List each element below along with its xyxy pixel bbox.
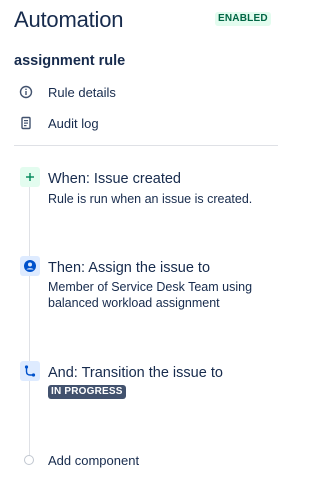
trigger-description: Rule is run when an issue is created.: [48, 192, 253, 206]
trigger-heading[interactable]: When: Issue created: [48, 170, 181, 188]
transition-action-heading[interactable]: And: Transition the issue to: [48, 364, 223, 382]
add-component-link[interactable]: Add component: [48, 453, 139, 469]
assign-action-description: Member of Service Desk Team using balanc…: [48, 280, 253, 310]
info-icon: [16, 82, 36, 102]
document-icon: [16, 113, 36, 133]
status-lozenge: IN PROGRESS: [48, 385, 126, 399]
plus-icon[interactable]: [20, 167, 40, 187]
nav-item-label: Rule details: [48, 84, 116, 100]
nav-item-audit-log[interactable]: Audit log: [16, 112, 276, 134]
transition-icon[interactable]: [20, 361, 40, 381]
add-component-dot: [24, 455, 34, 465]
assign-action-heading[interactable]: Then: Assign the issue to: [48, 259, 210, 277]
page-header: Automation ENABLED: [14, 6, 284, 36]
divider: [14, 145, 278, 146]
page-title: Automation: [14, 7, 124, 32]
rule-name: assignment rule: [14, 53, 126, 69]
person-icon[interactable]: [20, 256, 40, 276]
nav-item-label: Audit log: [48, 115, 99, 131]
timeline-connector: [29, 176, 30, 456]
nav-item-rule-details[interactable]: Rule details: [16, 81, 276, 103]
status-badge: ENABLED: [215, 12, 271, 26]
